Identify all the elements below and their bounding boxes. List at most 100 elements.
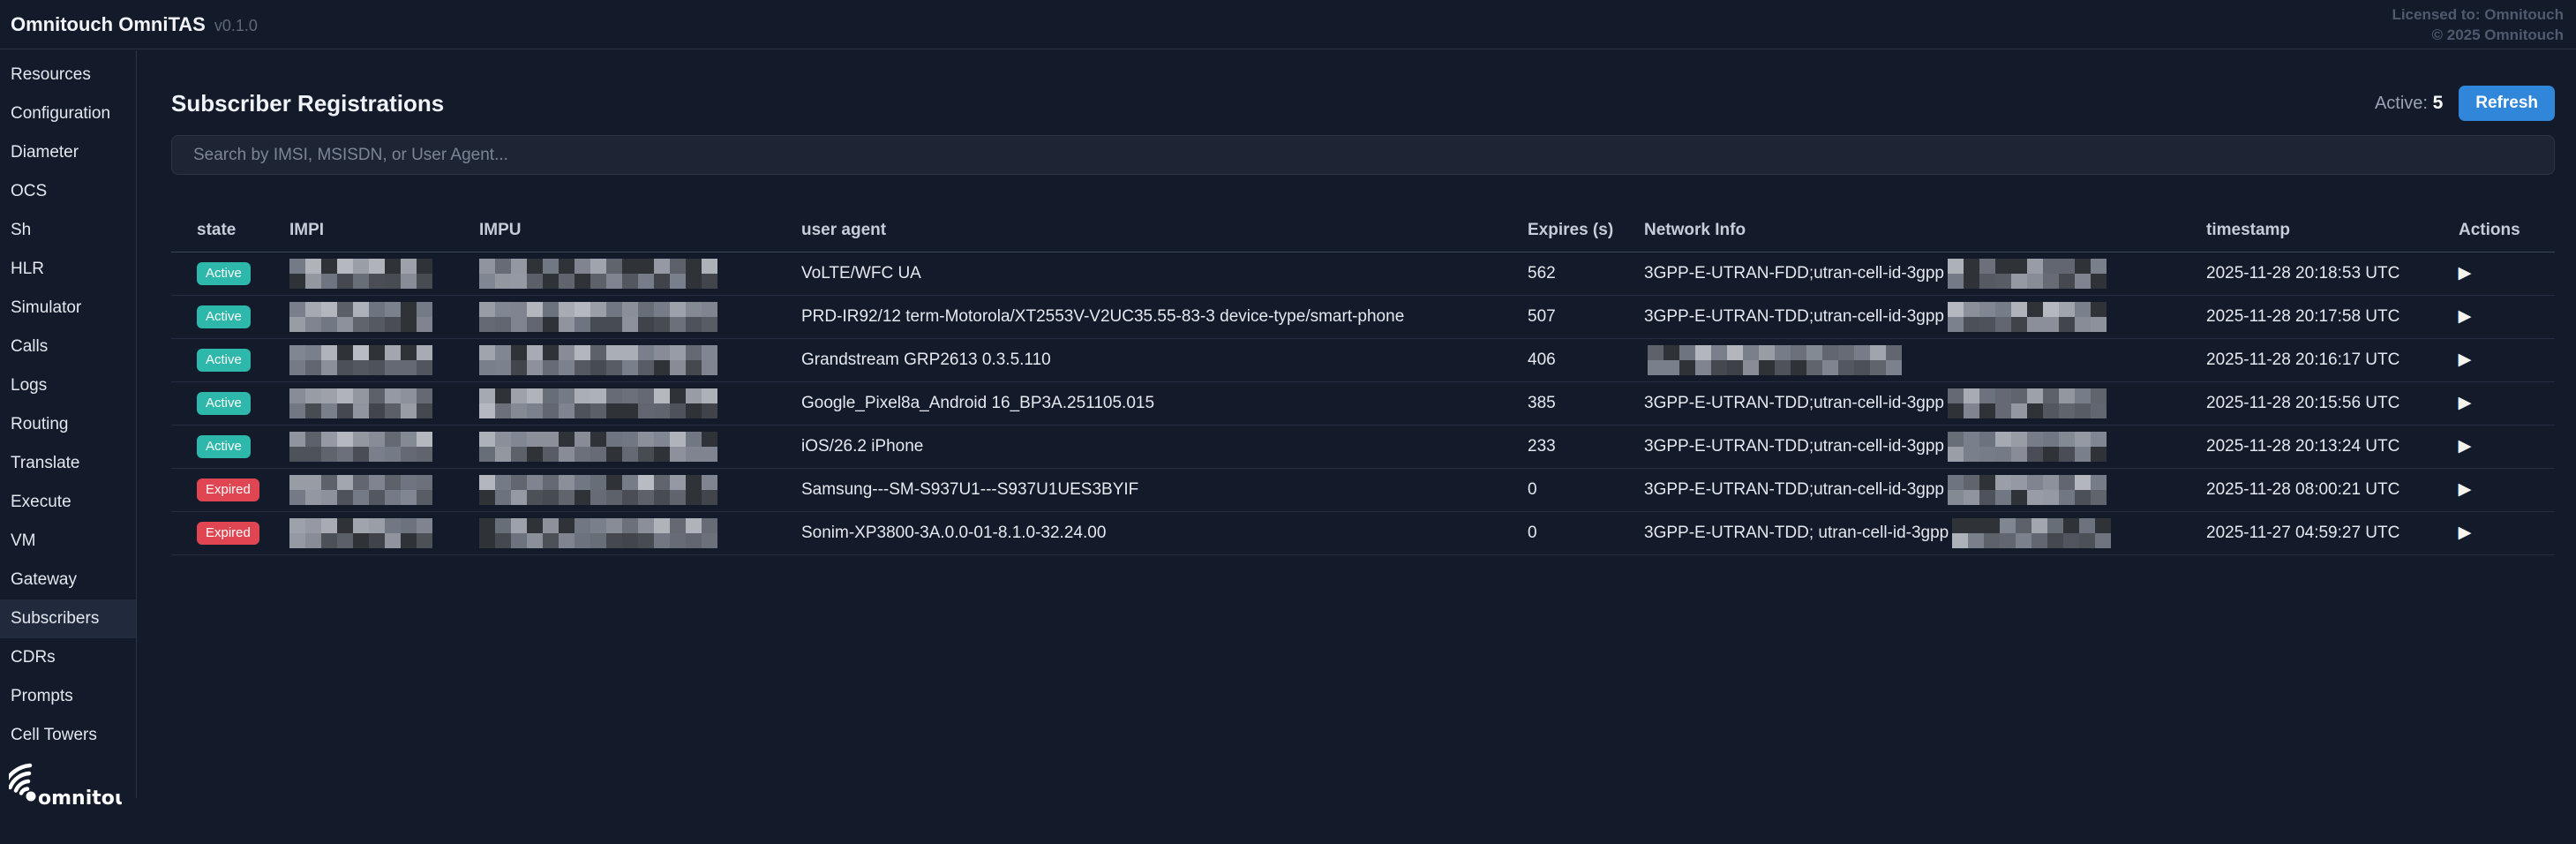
network-info-cell: 3GPP-E-UTRAN-TDD;utran-cell-id-3gpp xyxy=(1618,382,2181,426)
app-brand: Omnitouch OmniTAS v0.1.0 xyxy=(11,13,258,36)
redacted-impu xyxy=(479,388,732,418)
column-header-impu: IMPU xyxy=(454,210,776,252)
page-title: Subscriber Registrations xyxy=(171,90,444,117)
redacted-impu xyxy=(479,259,732,289)
sidebar-nav-list: ResourcesConfigurationDiameterOCSShHLRSi… xyxy=(0,56,136,755)
expires-cell: 562 xyxy=(1502,252,1618,296)
column-header-user-agent: user agent xyxy=(776,210,1502,252)
network-info-cell: 3GPP-E-UTRAN-TDD;utran-cell-id-3gpp xyxy=(1618,469,2181,512)
play-action-button[interactable]: ▶ xyxy=(2459,395,2472,411)
timestamp-cell: 2025-11-28 20:16:17 UTC xyxy=(2181,339,2433,382)
expires-cell: 385 xyxy=(1502,382,1618,426)
table-row: ExpiredSonim-XP3800-3A.0.0-01-8.1.0-32.2… xyxy=(171,512,2555,555)
status-badge: Active xyxy=(197,305,251,328)
sidebar-item-translate[interactable]: Translate xyxy=(0,444,136,483)
user-agent-cell: Samsung---SM-S937U1---S937U1UES3BYIF xyxy=(776,469,1502,512)
sidebar-item-resources[interactable]: Resources xyxy=(0,56,136,94)
timestamp-cell: 2025-11-28 20:17:58 UTC xyxy=(2181,296,2433,339)
column-header-expires-s-: Expires (s) xyxy=(1502,210,1618,252)
status-badge: Active xyxy=(197,392,251,415)
network-info-text: 3GPP-E-UTRAN-TDD;utran-cell-id-3gpp xyxy=(1644,307,1944,326)
network-info-cell: 3GPP-E-UTRAN-FDD;utran-cell-id-3gpp xyxy=(1618,252,2181,296)
status-badge: Active xyxy=(197,349,251,372)
expires-cell: 0 xyxy=(1502,512,1618,555)
licensed-to-text: Licensed to: Omnitouch xyxy=(2392,4,2564,25)
main-content: Subscriber Registrations Active: 5 Refre… xyxy=(138,50,2576,555)
sidebar-item-calls[interactable]: Calls xyxy=(0,328,136,366)
play-action-button[interactable]: ▶ xyxy=(2459,351,2472,368)
redacted-network-info xyxy=(1948,475,2115,505)
play-action-button[interactable]: ▶ xyxy=(2459,308,2472,325)
play-icon: ▶ xyxy=(2459,393,2472,412)
status-badge: Active xyxy=(197,435,251,458)
subscriber-registrations-table: stateIMPIIMPUuser agentExpires (s)Networ… xyxy=(171,210,2555,555)
sidebar-item-diameter[interactable]: Diameter xyxy=(0,133,136,172)
sidebar-item-configuration[interactable]: Configuration xyxy=(0,94,136,133)
redacted-impi xyxy=(289,432,432,462)
play-icon: ▶ xyxy=(2459,263,2472,283)
play-icon: ▶ xyxy=(2459,306,2472,326)
search-input[interactable] xyxy=(171,135,2555,175)
table-header: stateIMPIIMPUuser agentExpires (s)Networ… xyxy=(171,210,2555,252)
refresh-button[interactable]: Refresh xyxy=(2459,86,2555,121)
sidebar-item-routing[interactable]: Routing xyxy=(0,405,136,444)
sidebar-item-prompts[interactable]: Prompts xyxy=(0,677,136,716)
omnitouch-logo-text: omnitouch xyxy=(38,787,122,810)
network-info-text: 3GPP-E-UTRAN-TDD; utran-cell-id-3gpp xyxy=(1644,524,1949,542)
sidebar-item-gateway[interactable]: Gateway xyxy=(0,561,136,599)
redacted-network-info xyxy=(1948,259,2115,289)
timestamp-cell: 2025-11-28 20:15:56 UTC xyxy=(2181,382,2433,426)
sidebar-item-cell-towers[interactable]: Cell Towers xyxy=(0,716,136,755)
sidebar-item-simulator[interactable]: Simulator xyxy=(0,289,136,328)
network-info-text: 3GPP-E-UTRAN-TDD;utran-cell-id-3gpp xyxy=(1644,480,1944,499)
redacted-network-info xyxy=(1648,345,1912,375)
column-header-actions: Actions xyxy=(2433,210,2555,252)
play-icon: ▶ xyxy=(2459,350,2472,369)
sidebar-item-hlr[interactable]: HLR xyxy=(0,250,136,289)
table-row: ActiveiOS/26.2 iPhone2333GPP-E-UTRAN-TDD… xyxy=(171,426,2555,469)
redacted-network-info xyxy=(1948,432,2115,462)
active-count: Active: 5 xyxy=(2375,93,2443,114)
expires-cell: 507 xyxy=(1502,296,1618,339)
timestamp-cell: 2025-11-28 20:13:24 UTC xyxy=(2181,426,2433,469)
user-agent-cell: VoLTE/WFC UA xyxy=(776,252,1502,296)
network-info-cell xyxy=(1618,339,2181,382)
play-icon: ▶ xyxy=(2459,436,2472,456)
title-row: Subscriber Registrations Active: 5 Refre… xyxy=(171,86,2555,121)
app-version: v0.1.0 xyxy=(214,17,258,35)
redacted-network-info xyxy=(1948,388,2115,418)
active-count-label: Active: xyxy=(2375,94,2428,113)
status-badge: Expired xyxy=(197,522,259,545)
redacted-impu xyxy=(479,345,732,375)
play-action-button[interactable]: ▶ xyxy=(2459,438,2472,455)
play-action-button[interactable]: ▶ xyxy=(2459,524,2472,541)
table-row: ActiveVoLTE/WFC UA5623GPP-E-UTRAN-FDD;ut… xyxy=(171,252,2555,296)
column-header-timestamp: timestamp xyxy=(2181,210,2433,252)
sidebar-item-sh[interactable]: Sh xyxy=(0,211,136,250)
title-actions: Active: 5 Refresh xyxy=(2375,86,2555,121)
sidebar-item-execute[interactable]: Execute xyxy=(0,483,136,522)
redacted-network-info xyxy=(1948,302,2115,332)
play-action-button[interactable]: ▶ xyxy=(2459,481,2472,498)
app-header: Omnitouch OmniTAS v0.1.0 Licensed to: Om… xyxy=(0,0,2576,49)
sidebar-item-logs[interactable]: Logs xyxy=(0,366,136,405)
sidebar-item-ocs[interactable]: OCS xyxy=(0,172,136,211)
sidebar-item-vm[interactable]: VM xyxy=(0,522,136,561)
redacted-impu xyxy=(479,432,732,462)
play-icon: ▶ xyxy=(2459,479,2472,499)
subscriber-table-body: Active VoLTE/WFC UA5623GPP-E-UTRAN-FDD;ut… xyxy=(171,252,2555,555)
network-info-cell: 3GPP-E-UTRAN-TDD; utran-cell-id-3gpp xyxy=(1618,512,2181,555)
redacted-impu xyxy=(479,475,732,505)
sidebar-item-cdrs[interactable]: CDRs xyxy=(0,638,136,677)
sidebar-item-subscribers[interactable]: Subscribers xyxy=(0,599,136,638)
network-info-text: 3GPP-E-UTRAN-TDD;utran-cell-id-3gpp xyxy=(1644,394,1944,412)
expires-cell: 0 xyxy=(1502,469,1618,512)
table-header-row: stateIMPIIMPUuser agentExpires (s)Networ… xyxy=(171,210,2555,252)
active-count-value: 5 xyxy=(2433,93,2444,113)
omnitouch-logo-icon: omnitouch xyxy=(9,758,122,817)
play-action-button[interactable]: ▶ xyxy=(2459,265,2472,282)
redacted-impi xyxy=(289,345,432,375)
table-row: ExpiredSamsung---SM-S937U1---S937U1UES3B… xyxy=(171,469,2555,512)
redacted-impi xyxy=(289,475,432,505)
table-row: ActivePRD-IR92/12 term-Motorola/XT2553V-… xyxy=(171,296,2555,339)
